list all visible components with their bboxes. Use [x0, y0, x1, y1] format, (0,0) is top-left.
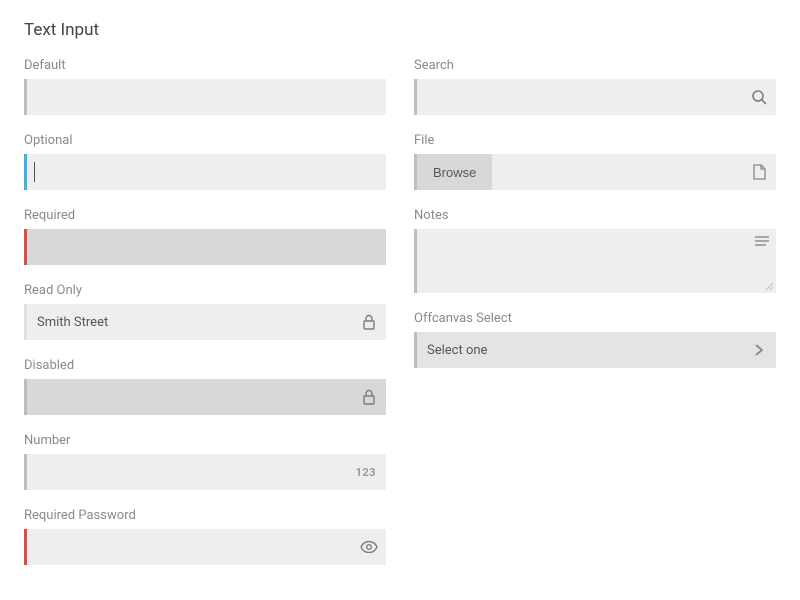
input-wrap-number: 123	[24, 454, 386, 490]
input-wrap-required	[24, 229, 386, 265]
browse-button[interactable]: Browse	[417, 154, 492, 190]
lock-icon	[352, 304, 386, 340]
field-number: Number 123	[24, 433, 386, 490]
input-wrap-default	[24, 79, 386, 115]
field-default: Default	[24, 58, 386, 115]
text-lines-icon	[754, 235, 770, 249]
label-required-password: Required Password	[24, 508, 386, 523]
input-wrap-search	[414, 79, 776, 115]
search-icon[interactable]	[742, 79, 776, 115]
label-required: Required	[24, 208, 386, 223]
input-wrap-file: Browse	[414, 154, 776, 190]
label-disabled: Disabled	[24, 358, 386, 373]
readonly-value: Smith Street	[27, 304, 352, 340]
input-wrap-optional	[24, 154, 386, 190]
number-input[interactable]	[27, 454, 346, 490]
field-required-password: Required Password	[24, 508, 386, 565]
label-readonly: Read Only	[24, 283, 386, 298]
page-title: Text Input	[24, 20, 776, 40]
field-disabled: Disabled	[24, 358, 386, 415]
field-readonly: Read Only Smith Street	[24, 283, 386, 340]
text-caret	[34, 162, 35, 182]
optional-input[interactable]	[27, 154, 386, 190]
label-number: Number	[24, 433, 386, 448]
label-file: File	[414, 133, 776, 148]
field-file: File Browse	[414, 133, 776, 190]
lock-icon	[352, 379, 386, 415]
disabled-input	[27, 379, 352, 415]
right-column: Search File Browse	[414, 58, 776, 583]
number-badge: 123	[346, 454, 386, 490]
default-input[interactable]	[27, 79, 386, 115]
label-optional: Optional	[24, 133, 386, 148]
input-wrap-required-password	[24, 529, 386, 565]
label-notes: Notes	[414, 208, 776, 223]
input-wrap-disabled	[24, 379, 386, 415]
input-wrap-readonly: Smith Street	[24, 304, 386, 340]
field-search: Search	[414, 58, 776, 115]
label-search: Search	[414, 58, 776, 73]
search-input[interactable]	[417, 79, 742, 115]
file-name-area	[492, 154, 742, 190]
resize-handle-icon[interactable]	[764, 281, 774, 291]
required-input[interactable]	[27, 229, 386, 265]
input-wrap-notes	[414, 229, 776, 293]
field-notes: Notes	[414, 208, 776, 293]
notes-textarea[interactable]	[417, 229, 776, 293]
required-password-input[interactable]	[27, 529, 352, 565]
field-offcanvas-select: Offcanvas Select Select one	[414, 311, 776, 368]
field-required: Required	[24, 208, 386, 265]
offcanvas-select[interactable]: Select one	[414, 332, 776, 368]
field-optional: Optional	[24, 133, 386, 190]
chevron-right-icon	[742, 332, 776, 368]
file-icon	[742, 154, 776, 190]
left-column: Default Optional Required Read Only	[24, 58, 386, 583]
eye-icon[interactable]	[352, 529, 386, 565]
label-default: Default	[24, 58, 386, 73]
label-offcanvas-select: Offcanvas Select	[414, 311, 776, 326]
offcanvas-select-value: Select one	[417, 332, 742, 368]
